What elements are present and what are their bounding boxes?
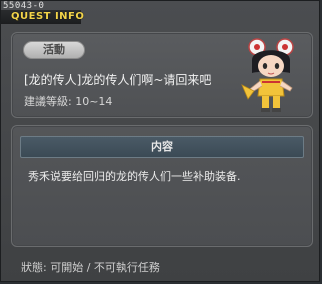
quest-title: [龙的传人]龙的传人们啊~请回来吧 [24,73,212,87]
recommended-level: 建議等級: 10~14 [24,95,113,108]
category-badge: 活動 [23,41,85,59]
content-header: 内容 [20,136,304,158]
content-panel: 内容 秀禾说要给回归的龙的传人们一些补助装备. [11,125,313,247]
quest-status: 狀態: 可開始 / 不可執行任務 [21,261,160,274]
quest-summary-panel: 活動 [龙的传人]龙的传人们啊~请回来吧 建議等級: 10~14 [11,32,313,118]
quest-description: 秀禾说要给回归的龙的传人们一些补助装备. [28,170,241,183]
window-title: QUEST INFO [11,11,85,22]
quest-info-window: 55043-0 QUEST INFO 活動 [龙的传人]龙的传人们啊~请回来吧 … [0,0,320,282]
npc-portrait-icon [241,38,294,112]
